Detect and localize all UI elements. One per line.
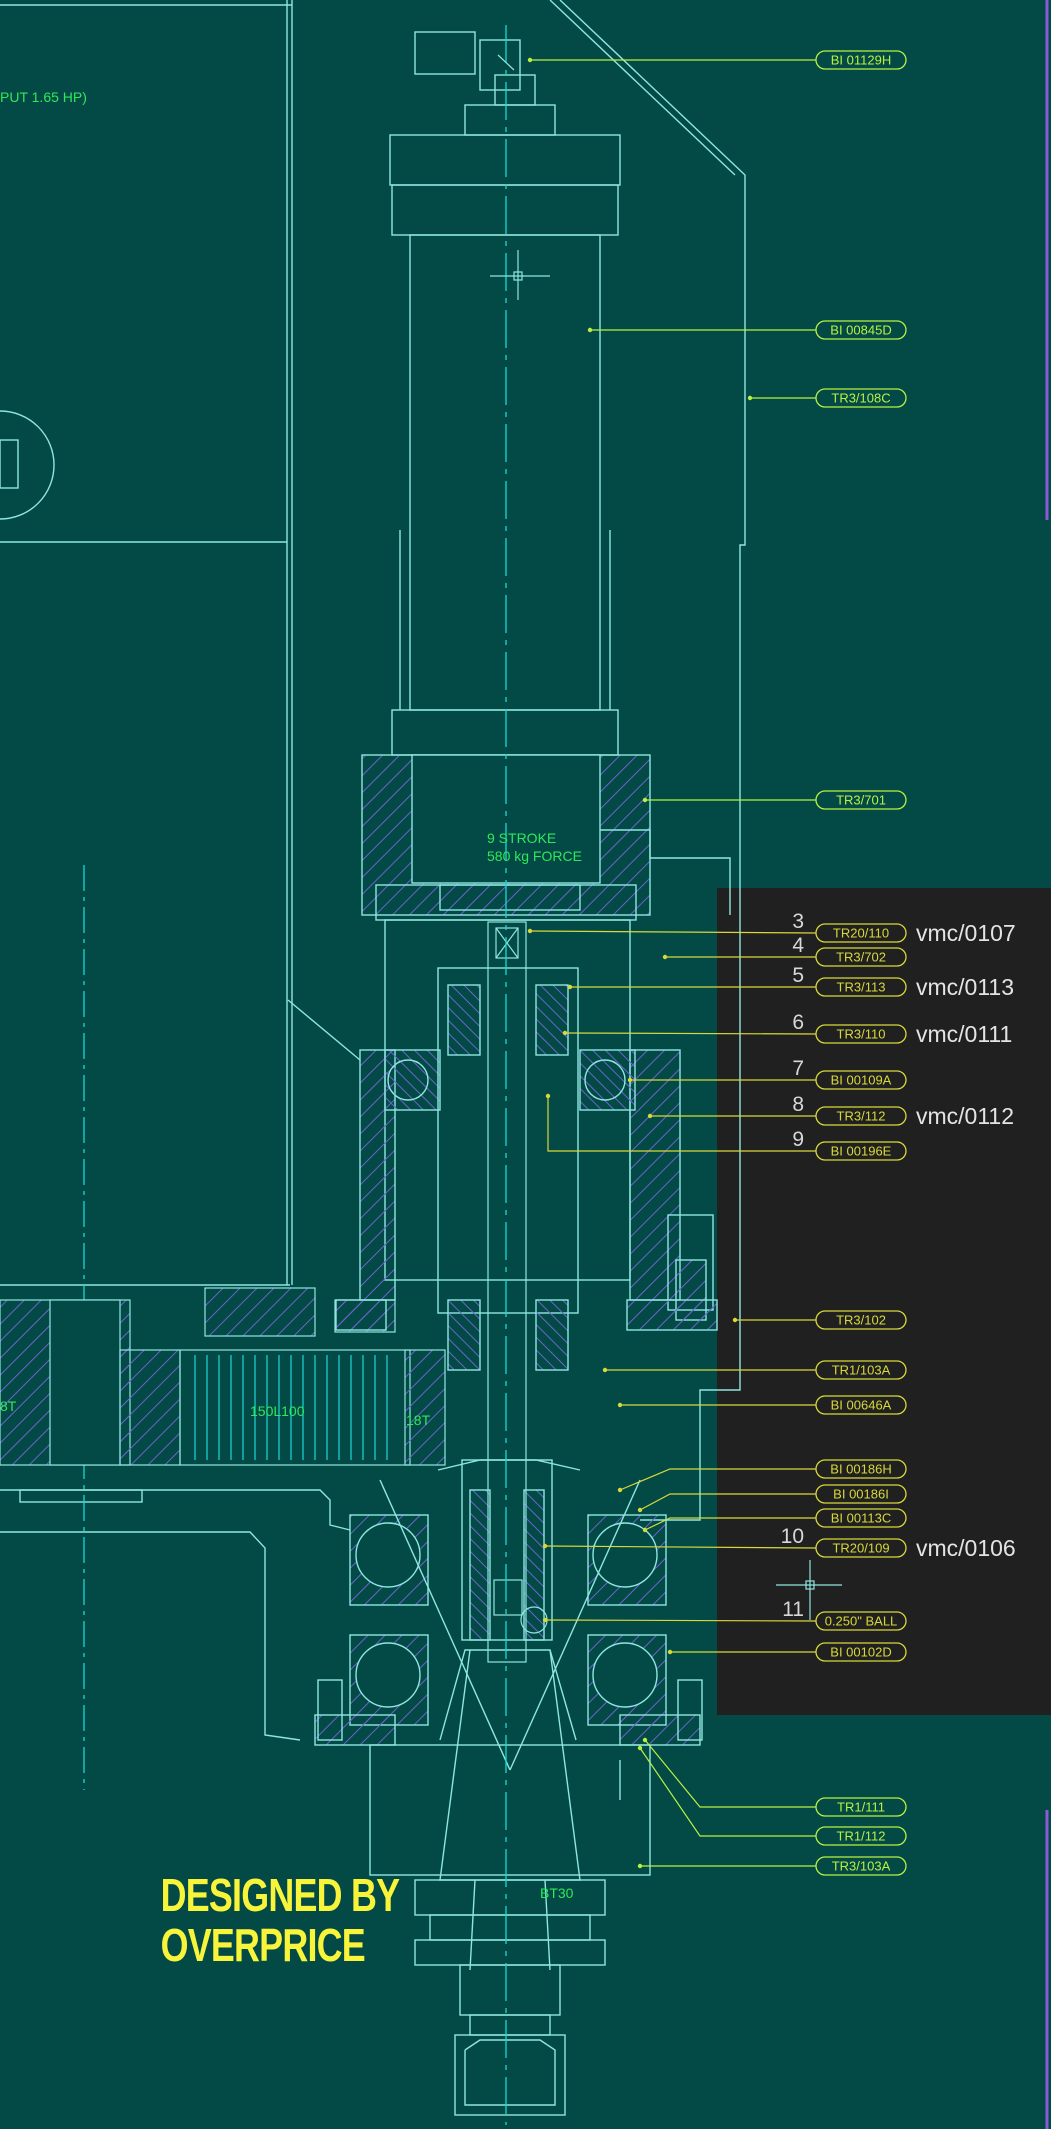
callout-vmc-code: vmc/0107 <box>916 920 1016 946</box>
callout-tag: TR1/112 <box>815 1826 907 1846</box>
callout-vmc-code: vmc/0111 <box>916 1021 1012 1047</box>
callout-tag-label: BI 00646A <box>831 1398 892 1413</box>
leader-arrow <box>642 1527 648 1533</box>
leader-arrow <box>662 954 668 960</box>
leader-arrow <box>562 1030 568 1036</box>
callout-vmc-code: vmc/0112 <box>916 1103 1014 1129</box>
callout-tag: BI 00845D <box>815 320 907 340</box>
callout-item-number: 5 <box>792 964 804 987</box>
leader-arrow <box>642 797 648 803</box>
credit-text: DESIGNED BY OVERPRICE <box>160 1869 400 1971</box>
callout-tag-label: BI 00186H <box>830 1462 891 1477</box>
callout-tag-label: TR1/103A <box>832 1363 891 1378</box>
callout-tag: BI 01129H <box>815 50 907 70</box>
note-stroke: 9 STROKE <box>487 830 556 846</box>
leader-arrow <box>747 395 753 401</box>
tool-holder <box>414 1649 606 2116</box>
leader-arrow <box>617 1402 623 1408</box>
callout-vmc-code: vmc/0106 <box>916 1535 1016 1561</box>
overlay-panel <box>717 888 1051 1715</box>
callout-item-number: 7 <box>792 1057 804 1080</box>
leader-arrow <box>637 1507 643 1513</box>
leader-arrow <box>587 327 593 333</box>
callout-tag: BI 00113C <box>815 1508 907 1528</box>
leader-arrow <box>527 928 533 934</box>
callout-tag: TR3/701 <box>815 790 907 810</box>
credit-line-2: OVERPRICE <box>160 1919 366 1971</box>
note-belt: 150L100 <box>250 1403 305 1419</box>
leader-arrow <box>542 1617 548 1623</box>
callout-tag-label: BI 00102D <box>830 1645 891 1660</box>
note-output-hp: PUT 1.65 HP) <box>0 89 87 105</box>
callout-tag-label: TR20/110 <box>833 926 889 941</box>
leader-arrow <box>627 1077 633 1083</box>
leader-arrow <box>637 1863 643 1869</box>
callout-tag-label: BI 00186I <box>833 1487 889 1502</box>
leader-arrow <box>527 57 533 63</box>
air-cylinder <box>361 31 731 921</box>
note-force: 580 kg FORCE <box>487 848 582 864</box>
callout-tag-label: BI 00196E <box>831 1144 892 1159</box>
lower-bearings <box>314 1459 703 1876</box>
callout-tag-label: TR3/702 <box>836 950 886 965</box>
note-taper: BT30 <box>540 1885 574 1901</box>
callout-item-number: 9 <box>792 1128 804 1151</box>
callout-tag: BI 00186I <box>815 1484 907 1504</box>
leader-arrow <box>545 1093 551 1099</box>
callout-tag: BI 00102D <box>815 1642 907 1662</box>
leader-line <box>639 1747 816 1837</box>
callout-item-number: 4 <box>792 934 804 957</box>
callout-tag-label: 0.250" BALL <box>825 1614 898 1629</box>
callout-tag: TR1/111 <box>815 1797 907 1817</box>
callout-tag-label: TR20/109 <box>832 1541 889 1556</box>
leader-line <box>644 1739 816 1808</box>
callout-tag: TR3/108C <box>815 388 907 408</box>
leader-arrow <box>567 984 573 990</box>
callout-item-number: 6 <box>792 1011 804 1034</box>
callout-item-number: 11 <box>782 1598 804 1621</box>
callout-item-number: 8 <box>792 1093 804 1116</box>
leader-arrow <box>667 1649 673 1655</box>
note-pulley-left: 8T <box>0 1398 17 1414</box>
callout-tag: BI 00646A <box>815 1395 907 1415</box>
leader-arrow <box>647 1113 653 1119</box>
callout-tag-label: TR3/103A <box>832 1859 891 1874</box>
callout-vmc-code: vmc/0113 <box>916 974 1014 1000</box>
callout-tag-label: BI 00109A <box>831 1073 892 1088</box>
callout-item-number: 10 <box>781 1525 804 1548</box>
callout-tag-label: BI 00845D <box>830 323 891 338</box>
spindle-section-drawing: BI 01129H BI 00845D TR3/108C TR3/701 TR20/11… <box>0 0 1051 2129</box>
callout-tag-label: TR3/112 <box>837 1109 886 1124</box>
callout-tag-label: TR3/108C <box>831 391 890 406</box>
callout-tag-label: TR1/111 <box>837 1800 885 1815</box>
callout-tag: BI 00186H <box>815 1459 907 1479</box>
callout-tag: TR3/103A <box>815 1856 907 1876</box>
callout-item-number: 3 <box>792 910 804 933</box>
note-pulley-right: 18T <box>406 1412 431 1428</box>
callout-tag-label: TR3/110 <box>837 1027 886 1042</box>
leader-arrow <box>637 1745 643 1751</box>
callout-tag-label: TR3/102 <box>836 1313 886 1328</box>
callout-tag-label: TR3/113 <box>837 980 886 995</box>
callout-tag-label: TR1/112 <box>837 1829 886 1844</box>
leader-arrow <box>542 1543 548 1549</box>
callout-tag: TR3/102 <box>815 1310 907 1330</box>
leader-arrow <box>617 1487 623 1493</box>
leader-arrow <box>642 1737 648 1743</box>
drawing-canvas: BI 01129H BI 00845D TR3/108C TR3/701 TR20/11… <box>0 0 1051 2129</box>
credit-line-1: DESIGNED BY <box>160 1869 400 1921</box>
callout-tag: TR1/103A <box>815 1360 907 1380</box>
callout-tag-label: BI 00113C <box>831 1511 891 1526</box>
callout-tag-label: BI 01129H <box>831 53 891 68</box>
callout-tag-label: TR3/701 <box>836 793 886 808</box>
leader-arrow <box>602 1367 608 1373</box>
leader-arrow <box>732 1317 738 1323</box>
